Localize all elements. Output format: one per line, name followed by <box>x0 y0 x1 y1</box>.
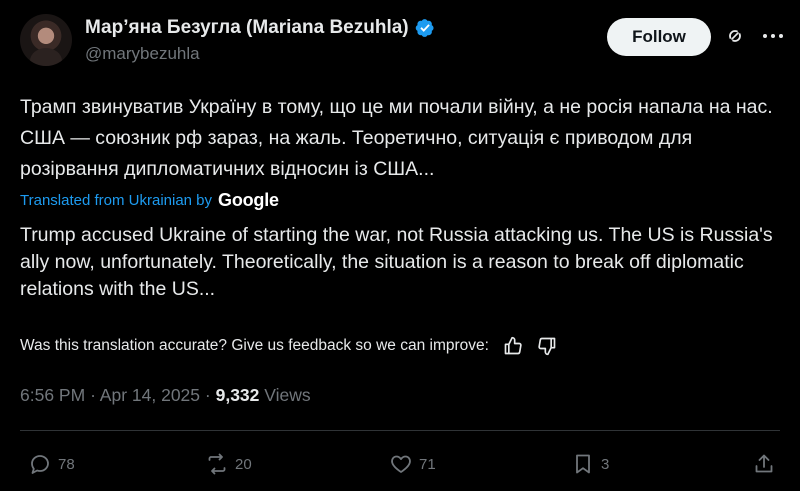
repost-count: 20 <box>235 455 252 473</box>
thumbs-up-icon[interactable] <box>503 336 523 356</box>
reply-count: 78 <box>58 455 75 473</box>
bookmark-button[interactable]: 3 <box>571 452 609 476</box>
meta-separator: · <box>204 385 211 405</box>
tweet-date[interactable]: Apr 14, 2025 <box>100 385 200 405</box>
google-logo: Google <box>218 190 279 210</box>
meta-separator: · <box>90 385 96 405</box>
translated-from-link[interactable]: Translated from Ukrainian by <box>20 192 212 209</box>
repost-button[interactable]: 20 <box>205 452 252 476</box>
translation-feedback: Was this translation accurate? Give us f… <box>20 336 557 356</box>
views-label: Views <box>264 385 311 405</box>
like-button[interactable]: 71 <box>389 452 436 476</box>
share-button[interactable] <box>752 452 776 476</box>
divider <box>20 430 780 431</box>
more-horizontal-icon[interactable] <box>762 30 784 42</box>
author-display-name[interactable]: Мар’яна Безугла (Mariana Bezuhla) <box>85 17 409 39</box>
grok-icon[interactable] <box>727 28 743 44</box>
thumbs-down-icon[interactable] <box>537 336 557 356</box>
author-name-row: Мар’яна Безугла (Mariana Bezuhla) <box>85 17 435 39</box>
author-handle[interactable]: @marybezuhla <box>85 44 200 64</box>
reply-button[interactable]: 78 <box>28 452 75 476</box>
translation-text: Trump accused Ukraine of starting the wa… <box>20 224 773 300</box>
translation-attribution: Translated from Ukrainian by Google <box>20 190 279 211</box>
follow-button[interactable]: Follow <box>607 18 711 56</box>
views-count: 9,332 <box>215 385 260 405</box>
tweet-meta: 6:56 PM · Apr 14, 2025 · 9,332 Views <box>20 385 311 406</box>
like-count: 71 <box>419 455 436 473</box>
heart-icon <box>391 455 411 473</box>
tweet-text: Трамп звинуватив Україну в тому, що це м… <box>20 96 773 180</box>
bookmark-count: 3 <box>601 455 610 473</box>
share-icon <box>755 454 773 473</box>
repost-icon <box>208 453 226 475</box>
reply-icon <box>31 455 49 474</box>
bookmark-icon <box>576 454 590 474</box>
tweet-time[interactable]: 6:56 PM <box>20 385 85 405</box>
avatar[interactable] <box>20 14 72 66</box>
feedback-prompt: Was this translation accurate? Give us f… <box>20 337 489 354</box>
verified-badge-icon[interactable] <box>415 18 435 38</box>
